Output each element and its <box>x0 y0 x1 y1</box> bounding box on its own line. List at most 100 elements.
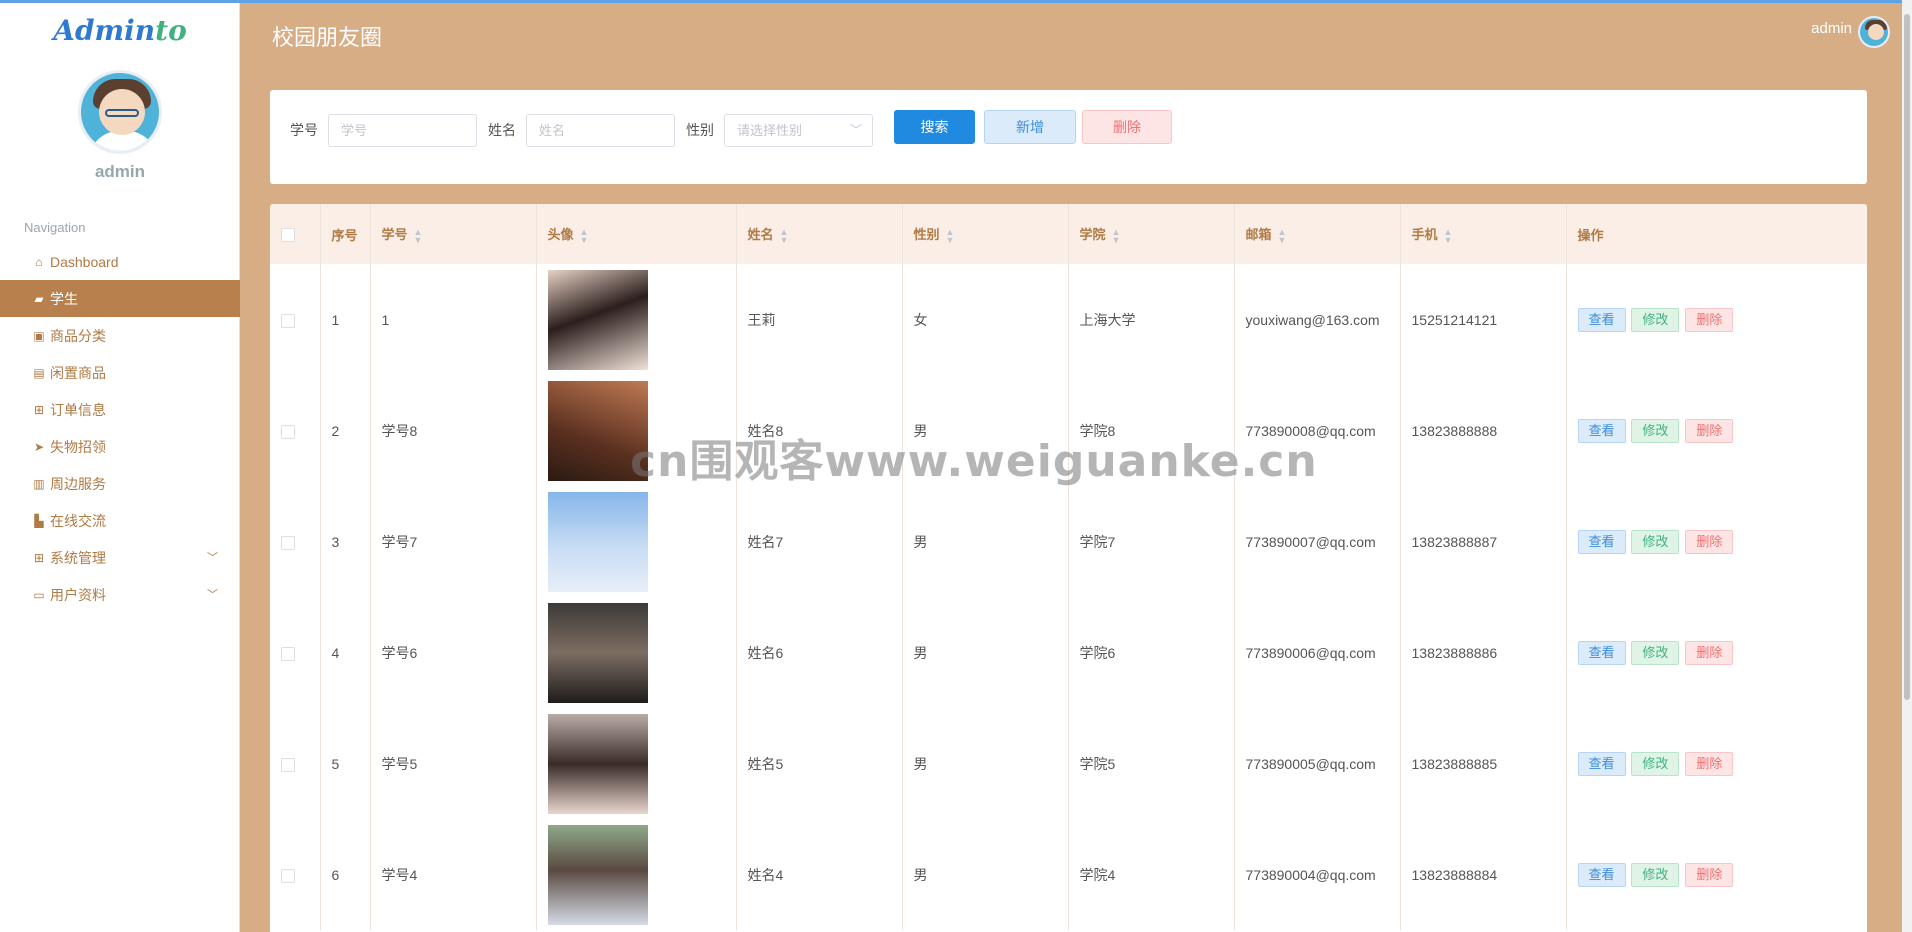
logo-text-accent: to <box>155 14 187 47</box>
sidebar-avatar[interactable] <box>78 70 162 154</box>
cell-gender: 男 <box>902 375 1069 486</box>
view-button[interactable]: 查看 <box>1577 751 1626 776</box>
cell-actions: 查看 修改 删除 <box>1566 597 1867 708</box>
sidebar-item-dashboard[interactable]: ⌂ Dashboard <box>0 243 240 280</box>
view-button[interactable]: 查看 <box>1577 307 1626 332</box>
table-row: 4 学号6 姓名6 男 学院6 773890006@qq.com 1382388… <box>270 597 1867 708</box>
send-icon: ➤ <box>33 439 45 454</box>
cell-gender: 女 <box>902 264 1069 375</box>
sort-icon[interactable]: ▲ ▼ <box>414 227 423 244</box>
view-button[interactable]: 查看 <box>1577 529 1626 554</box>
student-photo[interactable] <box>547 824 648 925</box>
view-button[interactable]: 查看 <box>1577 418 1626 443</box>
row-checkbox[interactable] <box>281 757 295 772</box>
column-header-student-id[interactable]: 学号 ▲ ▼ <box>370 204 537 264</box>
sort-icon[interactable]: ▲ ▼ <box>946 227 955 244</box>
edit-button[interactable]: 修改 <box>1631 640 1680 665</box>
sidebar-item-lost-found[interactable]: ➤ 失物招领 <box>0 428 240 465</box>
cell-name: 姓名4 <box>736 819 903 930</box>
sort-icon[interactable]: ▲ ▼ <box>1112 227 1121 244</box>
scrollbar-thumb[interactable] <box>1904 14 1910 700</box>
sidebar-item-idle-goods[interactable]: ▤ 闲置商品 <box>0 354 240 391</box>
sidebar-item-orders[interactable]: ⊞ 订单信息 <box>0 391 240 428</box>
sidebar-item-categories[interactable]: ▣ 商品分类 <box>0 317 240 354</box>
sort-icon[interactable]: ▲ ▼ <box>1278 227 1287 244</box>
row-select-cell <box>270 819 321 930</box>
gender-select[interactable]: 请选择性别 ﹀ <box>724 114 873 147</box>
nav-title: Navigation <box>24 220 86 235</box>
delete-button[interactable]: 删除 <box>1685 418 1734 443</box>
cell-avatar <box>536 819 737 930</box>
student-id-input[interactable] <box>328 114 477 147</box>
view-button[interactable]: 查看 <box>1577 640 1626 665</box>
delete-button[interactable]: 删除 <box>1685 307 1734 332</box>
column-header-phone[interactable]: 手机 ▲ ▼ <box>1400 204 1567 264</box>
edit-button[interactable]: 修改 <box>1631 418 1680 443</box>
page-title: 校园朋友圈 <box>272 25 383 50</box>
column-header-college[interactable]: 学院 ▲ ▼ <box>1068 204 1235 264</box>
column-header-email[interactable]: 邮箱 ▲ ▼ <box>1234 204 1401 264</box>
search-button[interactable]: 搜索 <box>894 110 975 144</box>
sort-icon[interactable]: ▲ ▼ <box>580 227 589 244</box>
cell-college: 上海大学 <box>1068 264 1235 375</box>
cell-email: 773890007@qq.com <box>1234 486 1401 597</box>
batch-delete-button[interactable]: 删除 <box>1082 110 1172 144</box>
cell-phone: 13823888884 <box>1400 819 1567 930</box>
column-header-gender[interactable]: 性别 ▲ ▼ <box>902 204 1069 264</box>
sort-icon[interactable]: ▲ ▼ <box>780 227 789 244</box>
cell-student-id: 1 <box>370 264 537 375</box>
sidebar-item-label: 在线交流 <box>50 512 106 529</box>
row-checkbox[interactable] <box>281 535 295 550</box>
sidebar-item-label: 学生 <box>50 290 78 307</box>
row-checkbox[interactable] <box>281 313 295 328</box>
cell-college: 学院4 <box>1068 819 1235 930</box>
student-photo[interactable] <box>547 269 648 370</box>
column-header-label: 学院 <box>1079 227 1106 243</box>
student-photo[interactable] <box>547 380 648 481</box>
select-all-checkbox[interactable] <box>281 227 295 242</box>
row-checkbox[interactable] <box>281 868 295 883</box>
page-scrollbar[interactable] <box>1902 0 1912 932</box>
add-button[interactable]: 新增 <box>984 110 1076 144</box>
row-checkbox[interactable] <box>281 646 295 661</box>
logo[interactable]: Adminto <box>0 14 240 47</box>
sidebar-item-students[interactable]: ▰ 学生 <box>0 280 240 317</box>
edit-button[interactable]: 修改 <box>1631 529 1680 554</box>
sidebar-item-chat[interactable]: ▙ 在线交流 <box>0 502 240 539</box>
student-photo[interactable] <box>547 713 648 814</box>
cell-phone: 13823888887 <box>1400 486 1567 597</box>
column-header-actions: 操作 <box>1566 204 1867 264</box>
cell-avatar <box>536 264 737 375</box>
header-user-name[interactable]: admin <box>1811 20 1852 37</box>
student-photo[interactable] <box>547 602 648 703</box>
column-header-label: 姓名 <box>747 227 774 243</box>
select-all-cell <box>270 204 321 264</box>
row-select-cell <box>270 597 321 708</box>
name-input[interactable] <box>526 114 675 147</box>
sidebar-item-user-profile[interactable]: ▭ 用户资料 ﹀ <box>0 576 240 613</box>
edit-button[interactable]: 修改 <box>1631 307 1680 332</box>
edit-button[interactable]: 修改 <box>1631 862 1680 887</box>
student-photo[interactable] <box>547 491 648 592</box>
delete-button[interactable]: 删除 <box>1685 529 1734 554</box>
column-header-name[interactable]: 姓名 ▲ ▼ <box>736 204 903 264</box>
table-row: 6 学号4 姓名4 男 学院4 773890004@qq.com 1382388… <box>270 819 1867 930</box>
cell-name: 姓名8 <box>736 375 903 486</box>
sidebar-item-services[interactable]: ▥ 周边服务 <box>0 465 240 502</box>
cell-actions: 查看 修改 删除 <box>1566 819 1867 930</box>
delete-button[interactable]: 删除 <box>1685 640 1734 665</box>
edit-button[interactable]: 修改 <box>1631 751 1680 776</box>
sort-icon[interactable]: ▲ ▼ <box>1444 227 1453 244</box>
header-avatar[interactable] <box>1858 16 1890 48</box>
view-button[interactable]: 查看 <box>1577 862 1626 887</box>
cell-phone: 13823888885 <box>1400 708 1567 819</box>
sidebar-item-system[interactable]: ⊞ 系统管理 ﹀ <box>0 539 240 576</box>
delete-button[interactable]: 删除 <box>1685 751 1734 776</box>
delete-button[interactable]: 删除 <box>1685 862 1734 887</box>
cell-index: 4 <box>320 597 371 708</box>
table-row: 2 学号8 姓名8 男 学院8 773890008@qq.com 1382388… <box>270 375 1867 486</box>
sidebar-item-label: 闲置商品 <box>50 364 106 381</box>
column-header-avatar[interactable]: 头像 ▲ ▼ <box>536 204 737 264</box>
cell-gender: 男 <box>902 486 1069 597</box>
row-checkbox[interactable] <box>281 424 295 439</box>
